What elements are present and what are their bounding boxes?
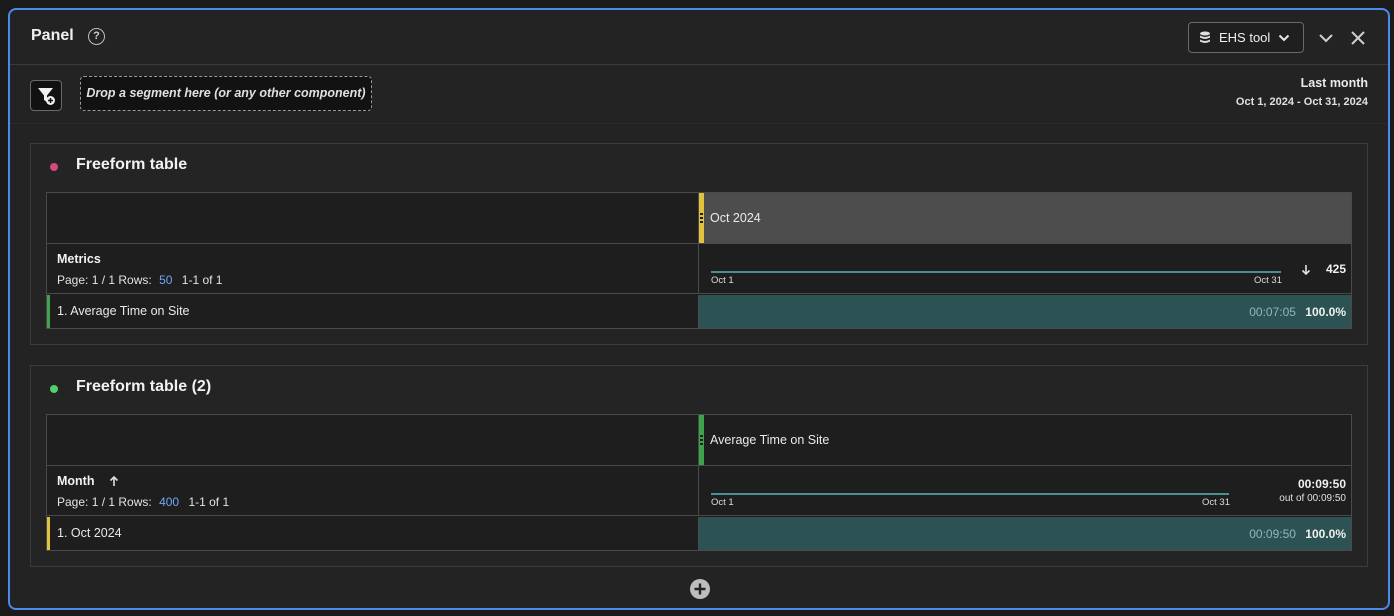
row-label: 1. Average Time on Site [57, 304, 190, 318]
sparkline-start-label: Oct 1 [711, 275, 734, 286]
row-accent [47, 517, 50, 550]
dimension-label[interactable]: Month [57, 474, 94, 488]
cell-values: 00:07:05 100.0% [1249, 305, 1346, 319]
status-dot [50, 163, 58, 171]
segment-drop-zone[interactable]: Drop a segment here (or any other compon… [80, 76, 372, 111]
column-header[interactable]: Average Time on Site [699, 415, 1351, 466]
freeform-table-1: Freeform table Oct 2024 Metrics Page: 1 … [30, 143, 1368, 345]
freeform-table: Average Time on Site Month Page: 1 / 1 R… [46, 414, 1352, 551]
cell-values: 00:09:50 100.0% [1249, 527, 1346, 541]
column-header[interactable]: Oct 2024 [699, 193, 1351, 244]
segment-bar: Drop a segment here (or any other compon… [10, 66, 1388, 124]
pagination: Page: 1 / 1 Rows: 400 1-1 of 1 [57, 495, 229, 509]
page-text[interactable]: Page: 1 / 1 [57, 273, 115, 287]
column-total: 00:09:50 [1297, 477, 1346, 491]
filter-add-icon [38, 88, 55, 105]
rows-per-page[interactable]: 400 [159, 495, 179, 509]
column-total-subtext: out of 00:09:50 [1279, 493, 1346, 504]
add-visualization-icon[interactable] [689, 578, 711, 600]
viz-title[interactable]: Freeform table [76, 156, 187, 174]
column-header-label: Average Time on Site [710, 433, 830, 447]
row-label: 1. Oct 2024 [57, 526, 122, 540]
dimension-subheader: Month Page: 1 / 1 Rows: 400 1-1 of 1 [47, 466, 699, 516]
dimension-header-cell [47, 415, 699, 466]
table-row[interactable]: 1. Average Time on Site [47, 295, 699, 328]
data-source-button[interactable]: EHS tool [1188, 22, 1304, 53]
dimension-label[interactable]: Metrics [57, 252, 101, 266]
table-row[interactable]: 1. Oct 2024 [47, 517, 699, 550]
data-source-label: EHS tool [1219, 30, 1271, 45]
status-dot [50, 385, 58, 393]
cell-value: 00:09:50 [1249, 527, 1296, 541]
cell-value: 00:07:05 [1249, 305, 1296, 319]
dimension-subheader: Metrics Page: 1 / 1 Rows: 50 1-1 of 1 [47, 244, 699, 294]
rows-label: Rows: [118, 495, 152, 509]
cell-percent: 100.0% [1305, 527, 1346, 541]
table-cell[interactable]: 00:09:50 100.0% [699, 517, 1351, 550]
sort-down-arrow-icon[interactable] [1301, 264, 1311, 276]
add-segment-button[interactable] [30, 80, 62, 111]
date-range-label[interactable]: Last month [1301, 76, 1368, 90]
range-text: 1-1 of 1 [181, 273, 223, 287]
rows-per-page[interactable]: 50 [159, 273, 172, 287]
column-total: 425 [1325, 262, 1346, 276]
panel-title: Panel [31, 27, 74, 44]
range-text: 1-1 of 1 [188, 495, 230, 509]
close-icon[interactable] [1348, 28, 1368, 48]
panel-header: Panel ? EHS tool [10, 10, 1388, 65]
freeform-table: Oct 2024 Metrics Page: 1 / 1 Rows: 50 1-… [46, 192, 1352, 329]
viz-title-row: Freeform table [31, 144, 1367, 190]
help-icon[interactable]: ? [88, 28, 105, 45]
column-header-label: Oct 2024 [710, 211, 761, 225]
pagination: Page: 1 / 1 Rows: 50 1-1 of 1 [57, 273, 222, 287]
collapse-panel-icon[interactable] [1316, 28, 1336, 48]
column-summary: Oct 1 Oct 31 00:09:50 out of 00:09:50 [699, 466, 1351, 516]
drag-handle-icon[interactable] [700, 213, 703, 225]
viz-title[interactable]: Freeform table (2) [76, 378, 211, 396]
page-text[interactable]: Page: 1 / 1 [57, 495, 115, 509]
sort-up-arrow-icon[interactable] [109, 475, 119, 487]
freeform-table-2: Freeform table (2) Average Time on Site … [30, 365, 1368, 567]
dimension-header-cell [47, 193, 699, 244]
viz-title-row: Freeform table (2) [31, 366, 1367, 412]
sparkline [711, 271, 1281, 273]
database-icon [1200, 31, 1210, 43]
column-summary: Oct 1 Oct 31 425 [699, 244, 1351, 294]
sparkline-start-label: Oct 1 [711, 497, 734, 508]
sparkline-end-label: Oct 31 [1202, 497, 1230, 508]
sparkline-end-label: Oct 31 [1254, 275, 1282, 286]
drag-handle-icon[interactable] [700, 435, 703, 447]
date-range-value[interactable]: Oct 1, 2024 - Oct 31, 2024 [1236, 96, 1368, 108]
sparkline [711, 493, 1229, 495]
chevron-down-icon [1279, 34, 1290, 41]
rows-label: Rows: [118, 273, 152, 287]
row-accent [47, 295, 50, 328]
cell-percent: 100.0% [1305, 305, 1346, 319]
analysis-panel: Panel ? EHS tool Drop a segment here (or… [8, 8, 1390, 610]
table-cell[interactable]: 00:07:05 100.0% [699, 295, 1351, 328]
